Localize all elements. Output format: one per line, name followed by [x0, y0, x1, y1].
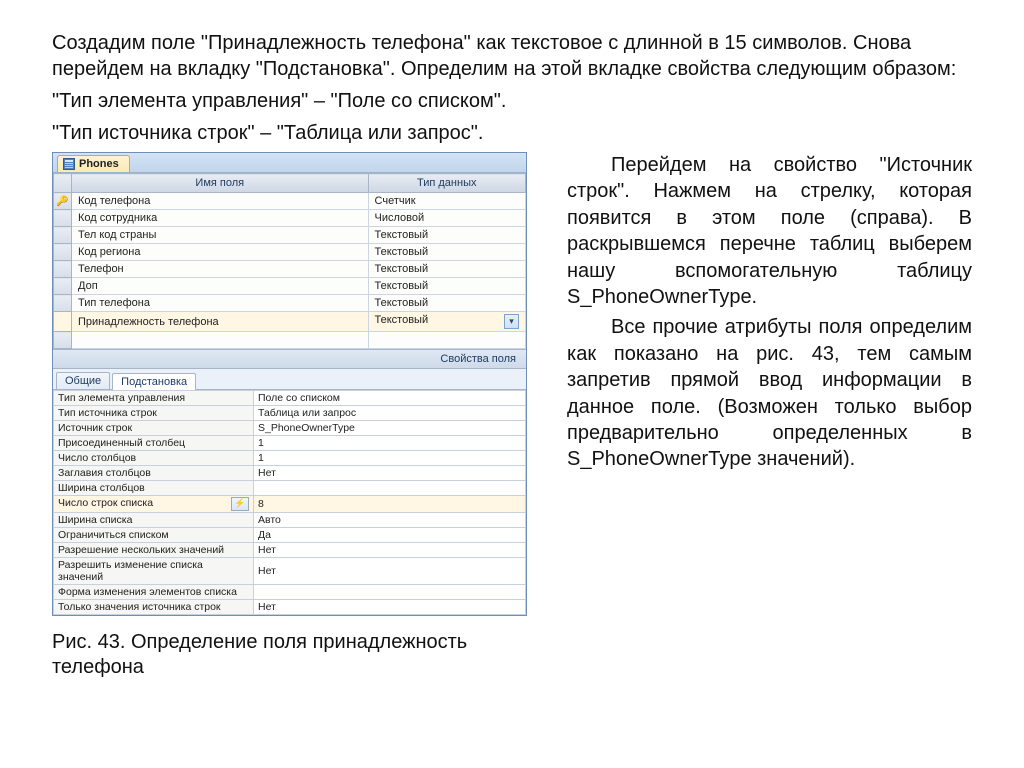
property-row[interactable]: Присоединенный столбец1 [54, 436, 526, 451]
property-row[interactable]: Источник строкS_PhoneOwnerType [54, 421, 526, 436]
row-selector[interactable] [54, 278, 72, 295]
field-row[interactable]: Тел код страныТекстовый [54, 227, 526, 244]
property-name-cell: Форма изменения элементов списка [54, 585, 254, 600]
tab-phones-label: Phones [79, 158, 119, 170]
property-value-cell[interactable]: Нет [254, 466, 526, 481]
table-tabs-bar: Phones [53, 153, 526, 173]
field-type-cell[interactable]: Текстовый [368, 244, 525, 261]
tab-general[interactable]: Общие [56, 372, 110, 389]
property-row[interactable]: Ширина спискаАвто [54, 513, 526, 528]
property-value-cell[interactable] [254, 585, 526, 600]
row-header-col [54, 174, 72, 193]
property-row[interactable]: Только значения источника строкНет [54, 600, 526, 615]
table-icon [63, 158, 75, 170]
tab-lookup[interactable]: Подстановка [112, 373, 196, 390]
figure-caption: Рис. 43. Определение поля принадлежность… [52, 630, 527, 680]
access-designer-window: Phones Имя поля Тип данных 🔑 Код телефона… [52, 152, 527, 616]
col-field-name[interactable]: Имя поля [72, 174, 369, 193]
property-name-cell: Число строк списка⚡ [54, 496, 254, 513]
tab-phones[interactable]: Phones [57, 155, 130, 172]
property-name-cell: Присоединенный столбец [54, 436, 254, 451]
row-selector[interactable] [54, 295, 72, 312]
right-paragraph-2: Все прочие атрибуты поля определим как п… [567, 314, 972, 472]
property-name-cell: Ширина столбцов [54, 481, 254, 496]
property-row[interactable]: Заглавия столбцовНет [54, 466, 526, 481]
key-icon: 🔑 [56, 196, 68, 207]
field-type-cell[interactable]: Текстовый [368, 261, 525, 278]
intro-paragraph-1: Создадим поле "Принадлежность телефона" … [52, 30, 972, 82]
property-name-cell: Ограничиться списком [54, 528, 254, 543]
property-row[interactable]: Число строк списка⚡8 [54, 496, 526, 513]
property-name-cell: Только значения источника строк [54, 600, 254, 615]
builder-button-icon[interactable]: ⚡ [231, 497, 249, 511]
property-name-cell: Тип элемента управления [54, 391, 254, 406]
field-name-cell[interactable]: Тип телефона [72, 295, 369, 312]
field-name-cell[interactable]: Принадлежность телефона [72, 312, 369, 332]
property-value-cell[interactable]: Нет [254, 543, 526, 558]
field-row[interactable]: Код сотрудникаЧисловой [54, 210, 526, 227]
property-row[interactable]: Форма изменения элементов списка [54, 585, 526, 600]
field-name-cell[interactable]: Тел код страны [72, 227, 369, 244]
property-value-cell[interactable]: Поле со списком [254, 391, 526, 406]
property-name-cell: Разрешить изменение списка значений [54, 558, 254, 585]
property-value-cell[interactable]: Да [254, 528, 526, 543]
property-row[interactable]: Разрешение нескольких значенийНет [54, 543, 526, 558]
property-value-cell[interactable]: Таблица или запрос [254, 406, 526, 421]
property-name-cell: Число столбцов [54, 451, 254, 466]
fields-grid[interactable]: Имя поля Тип данных 🔑 Код телефонаСчетчик… [53, 173, 526, 349]
intro-paragraph-2: "Тип элемента управления" – "Поле со спи… [52, 88, 972, 114]
primary-key-indicator[interactable]: 🔑 [54, 193, 72, 210]
field-name-cell[interactable]: Код региона [72, 244, 369, 261]
field-name-cell[interactable]: Доп [72, 278, 369, 295]
field-row[interactable]: ДопТекстовый [54, 278, 526, 295]
property-tabs: Общие Подстановка [53, 369, 526, 390]
intro-paragraph-3: "Тип источника строк" – "Таблица или зап… [52, 120, 972, 146]
field-row[interactable]: 🔑 Код телефонаСчетчик [54, 193, 526, 210]
property-value-cell[interactable]: 1 [254, 436, 526, 451]
properties-pane-title: Свойства поля [53, 349, 526, 369]
property-row[interactable]: Разрешить изменение списка значенийНет [54, 558, 526, 585]
property-value-cell[interactable]: 1 [254, 451, 526, 466]
property-row[interactable]: Число столбцов1 [54, 451, 526, 466]
field-type-cell[interactable]: Текстовый [368, 278, 525, 295]
property-value-cell[interactable]: 8 [254, 496, 526, 513]
field-row[interactable]: Принадлежность телефонаТекстовый▾ [54, 312, 526, 332]
field-name-cell[interactable]: Телефон [72, 261, 369, 278]
properties-grid[interactable]: Тип элемента управленияПоле со спискомТи… [53, 390, 526, 615]
property-value-cell[interactable] [254, 481, 526, 496]
field-type-cell[interactable]: Текстовый [368, 227, 525, 244]
property-value-cell[interactable]: S_PhoneOwnerType [254, 421, 526, 436]
field-type-cell[interactable]: Текстовый▾ [368, 312, 525, 332]
field-name-cell[interactable]: Код сотрудника [72, 210, 369, 227]
property-name-cell: Источник строк [54, 421, 254, 436]
property-row[interactable]: Ограничиться спискомДа [54, 528, 526, 543]
property-value-cell[interactable]: Авто [254, 513, 526, 528]
col-data-type[interactable]: Тип данных [368, 174, 525, 193]
field-type-cell[interactable]: Текстовый [368, 295, 525, 312]
row-selector[interactable] [54, 210, 72, 227]
row-selector[interactable] [54, 227, 72, 244]
right-paragraph-1: Перейдем на свойство "Источник строк". Н… [567, 152, 972, 310]
field-row[interactable]: Тип телефонаТекстовый [54, 295, 526, 312]
field-row[interactable]: ТелефонТекстовый [54, 261, 526, 278]
property-value-cell[interactable]: Нет [254, 558, 526, 585]
property-name-cell: Заглавия столбцов [54, 466, 254, 481]
dropdown-arrow-icon[interactable]: ▾ [504, 314, 519, 329]
property-name-cell: Тип источника строк [54, 406, 254, 421]
property-row[interactable]: Ширина столбцов [54, 481, 526, 496]
property-row[interactable]: Тип источника строкТаблица или запрос [54, 406, 526, 421]
property-name-cell: Ширина списка [54, 513, 254, 528]
field-row[interactable]: Код регионаТекстовый [54, 244, 526, 261]
property-name-cell: Разрешение нескольких значений [54, 543, 254, 558]
property-row[interactable]: Тип элемента управленияПоле со списком [54, 391, 526, 406]
row-selector[interactable] [54, 312, 72, 332]
field-type-cell[interactable]: Счетчик [368, 193, 525, 210]
field-type-cell[interactable]: Числовой [368, 210, 525, 227]
row-selector[interactable] [54, 261, 72, 278]
property-value-cell[interactable]: Нет [254, 600, 526, 615]
row-selector[interactable] [54, 244, 72, 261]
field-name-cell[interactable]: Код телефона [72, 193, 369, 210]
